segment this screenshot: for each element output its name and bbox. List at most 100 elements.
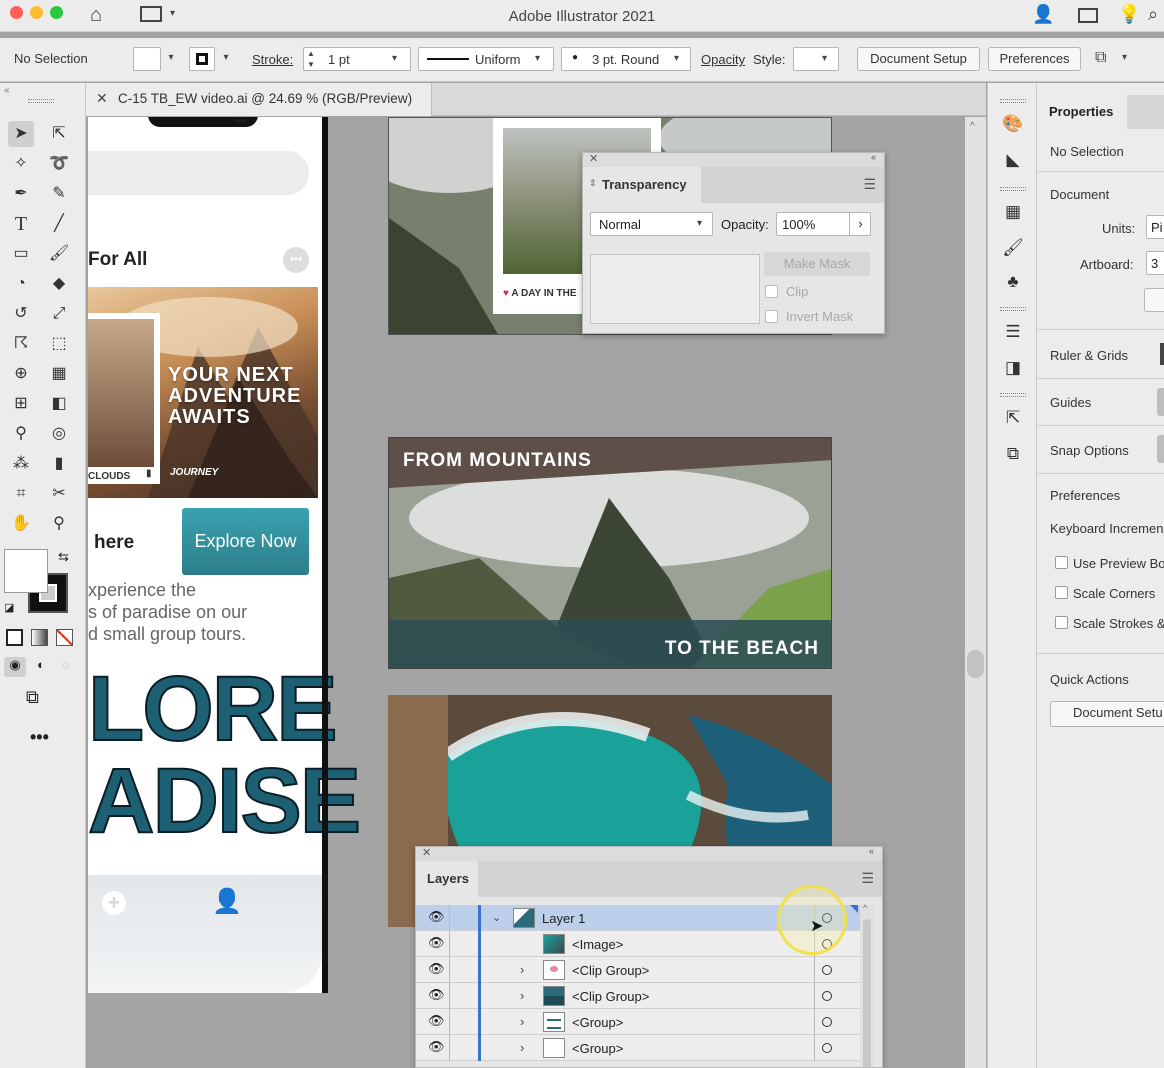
layer-row[interactable]: 👁 › <Group> bbox=[416, 1009, 860, 1035]
layer-row[interactable]: 👁 › <Clip Group> bbox=[416, 957, 860, 983]
collapse-panel-icon[interactable]: « bbox=[869, 847, 874, 856]
scale-tool-icon[interactable]: ⤢ bbox=[46, 301, 72, 327]
screen-mode-icon[interactable]: ⧉ bbox=[26, 687, 39, 708]
line-tool-icon[interactable]: ╱ bbox=[46, 211, 72, 237]
brushes-icon[interactable]: 🖌 bbox=[998, 235, 1028, 261]
lasso-tool-icon[interactable]: ➰ bbox=[46, 151, 72, 177]
scale-strokes-checkbox[interactable] bbox=[1055, 616, 1068, 629]
draw-behind-icon[interactable]: ◐ bbox=[30, 657, 52, 677]
target-circle-icon[interactable] bbox=[822, 1017, 832, 1027]
gradient-tool-icon[interactable]: ◧ bbox=[46, 391, 72, 417]
drag-handle[interactable] bbox=[1000, 393, 1026, 397]
stroke-panel-icon[interactable]: ☰ bbox=[998, 319, 1028, 345]
none-mode-icon[interactable] bbox=[56, 629, 73, 646]
layer-name[interactable]: <Image> bbox=[572, 937, 623, 952]
visibility-eye-icon[interactable]: 👁 bbox=[428, 1039, 445, 1055]
stroke-profile-select[interactable]: Uniform ▾ bbox=[418, 47, 554, 71]
opacity-input[interactable]: 100% › bbox=[776, 212, 871, 236]
perspective-grid-tool-icon[interactable]: ▦ bbox=[46, 361, 72, 387]
chevron-right-icon[interactable]: › bbox=[849, 213, 871, 235]
stroke-swatch[interactable] bbox=[189, 47, 215, 71]
visibility-eye-icon[interactable]: 👁 bbox=[428, 1013, 445, 1029]
stepper-up-icon[interactable]: ▲ bbox=[307, 49, 315, 58]
stroke-label[interactable]: Stroke: bbox=[252, 52, 293, 67]
curvature-tool-icon[interactable]: ✎ bbox=[46, 181, 72, 207]
layer-name[interactable]: <Group> bbox=[572, 1041, 623, 1056]
artboard-tool-icon[interactable]: ⌗ bbox=[8, 481, 34, 507]
eyedropper-tool-icon[interactable]: ⚲ bbox=[8, 421, 34, 447]
artboard-select[interactable]: 3 bbox=[1146, 251, 1164, 275]
invert-mask-checkbox[interactable] bbox=[765, 310, 778, 323]
brush-select[interactable]: ● 3 pt. Round ▾ bbox=[561, 47, 691, 71]
chevron-down-icon[interactable]: ▾ bbox=[1122, 52, 1127, 63]
add-icon[interactable]: + bbox=[102, 891, 126, 915]
drag-handle[interactable] bbox=[1000, 307, 1026, 311]
rotate-tool-icon[interactable]: ↺ bbox=[8, 301, 34, 327]
scrollbar-thumb[interactable] bbox=[967, 650, 984, 678]
gradient-panel-icon[interactable]: ◨ bbox=[998, 355, 1028, 381]
gradient-mode-icon[interactable] bbox=[31, 629, 48, 646]
scroll-up-icon[interactable]: ^ bbox=[863, 903, 867, 913]
artboards-panel-icon[interactable]: ⧉ bbox=[998, 441, 1028, 467]
paintbrush-tool-icon[interactable]: 🖌 bbox=[46, 241, 72, 267]
collapse-panel-icon[interactable]: « bbox=[871, 152, 876, 162]
edit-artboards-button[interactable] bbox=[1144, 288, 1164, 312]
target-circle-icon[interactable] bbox=[822, 965, 832, 975]
draw-inside-icon[interactable]: ◌ bbox=[55, 657, 77, 677]
opacity-label[interactable]: Opacity bbox=[701, 52, 745, 67]
drag-handle[interactable] bbox=[1000, 187, 1026, 191]
swatches-icon[interactable]: ▦ bbox=[998, 199, 1028, 225]
eraser-tool-icon[interactable]: ◆ bbox=[46, 271, 72, 297]
explore-now-button[interactable]: Explore Now bbox=[182, 508, 309, 575]
stepper-down-icon[interactable]: ▼ bbox=[307, 60, 315, 69]
mesh-tool-icon[interactable]: ⊞ bbox=[8, 391, 34, 417]
panel-toggle-icon[interactable] bbox=[1078, 8, 1098, 23]
visibility-eye-icon[interactable]: 👁 bbox=[428, 961, 445, 977]
visibility-eye-icon[interactable]: 👁 bbox=[428, 987, 445, 1003]
drag-handle[interactable] bbox=[1000, 99, 1026, 103]
layer-row[interactable]: 👁 › <Clip Group> bbox=[416, 983, 860, 1009]
warp-tool-icon[interactable]: ☈ bbox=[8, 331, 34, 357]
close-panel-icon[interactable]: ✕ bbox=[422, 847, 431, 859]
panel-menu-icon[interactable]: ☰ bbox=[863, 176, 876, 193]
visibility-eye-icon[interactable]: 👁 bbox=[428, 935, 445, 951]
mobile-artboard[interactable]: ▪▪▪ For All ••• YOUR NEXT ADVENTURE AWAI… bbox=[88, 117, 362, 993]
blend-mode-select[interactable]: Normal ▾ bbox=[590, 212, 713, 236]
chevron-right-icon[interactable]: › bbox=[520, 1014, 524, 1029]
canvas-vertical-scrollbar[interactable]: ^ bbox=[965, 117, 986, 1068]
chevron-down-icon[interactable]: ▾ bbox=[535, 53, 540, 64]
layer-name[interactable]: Layer 1 bbox=[542, 911, 585, 926]
scroll-up-icon[interactable]: ^ bbox=[970, 121, 975, 132]
document-tab[interactable]: ✕ C-15 TB_EW video.ai @ 24.69 % (RGB/Pre… bbox=[86, 83, 432, 116]
layer-row[interactable]: 👁 › <Group> bbox=[416, 1035, 860, 1061]
make-mask-button[interactable]: Make Mask bbox=[764, 252, 870, 276]
more-options-icon[interactable]: ••• bbox=[283, 247, 309, 273]
layer-name[interactable]: <Clip Group> bbox=[572, 963, 649, 978]
layers-scrollbar[interactable]: ^ bbox=[860, 903, 874, 1067]
color-guide-icon[interactable]: ◣ bbox=[998, 147, 1028, 173]
fill-color-swatch[interactable] bbox=[4, 549, 48, 593]
guides-toggle[interactable] bbox=[1157, 388, 1164, 416]
close-tab-icon[interactable]: ✕ bbox=[96, 90, 108, 107]
chevron-down-icon[interactable]: ▾ bbox=[162, 52, 180, 63]
symbols-icon[interactable]: ♣ bbox=[998, 269, 1028, 295]
type-tool-icon[interactable]: T bbox=[8, 211, 34, 237]
zoom-tool-icon[interactable]: ⚲ bbox=[46, 511, 72, 537]
color-mode-icon[interactable] bbox=[6, 629, 23, 646]
shaper-tool-icon[interactable]: ◔ bbox=[8, 271, 34, 297]
user-account-icon[interactable]: 👤 bbox=[1032, 4, 1054, 25]
hero-image[interactable]: YOUR NEXT ADVENTURE AWAITS CLOUDS ▮ JOUR… bbox=[88, 287, 318, 498]
direct-selection-tool-icon[interactable]: ⇱ bbox=[46, 121, 72, 147]
symbol-sprayer-tool-icon[interactable]: ⁂ bbox=[8, 451, 34, 477]
snap-options-toggle[interactable] bbox=[1157, 435, 1164, 463]
layers-tab[interactable]: Layers bbox=[416, 861, 478, 897]
export-icon[interactable]: ⇱ bbox=[998, 405, 1028, 431]
default-colors-icon[interactable]: ◪ bbox=[4, 601, 14, 614]
blend-tool-icon[interactable]: ◎ bbox=[46, 421, 72, 447]
collapse-icon[interactable]: « bbox=[4, 85, 10, 96]
hand-tool-icon[interactable]: ✋ bbox=[8, 511, 34, 537]
fill-swatch[interactable] bbox=[133, 47, 161, 71]
chevron-right-icon[interactable]: › bbox=[520, 988, 524, 1003]
panel-menu-icon[interactable]: ☰ bbox=[861, 870, 874, 887]
scrollbar-thumb[interactable] bbox=[863, 919, 871, 1067]
